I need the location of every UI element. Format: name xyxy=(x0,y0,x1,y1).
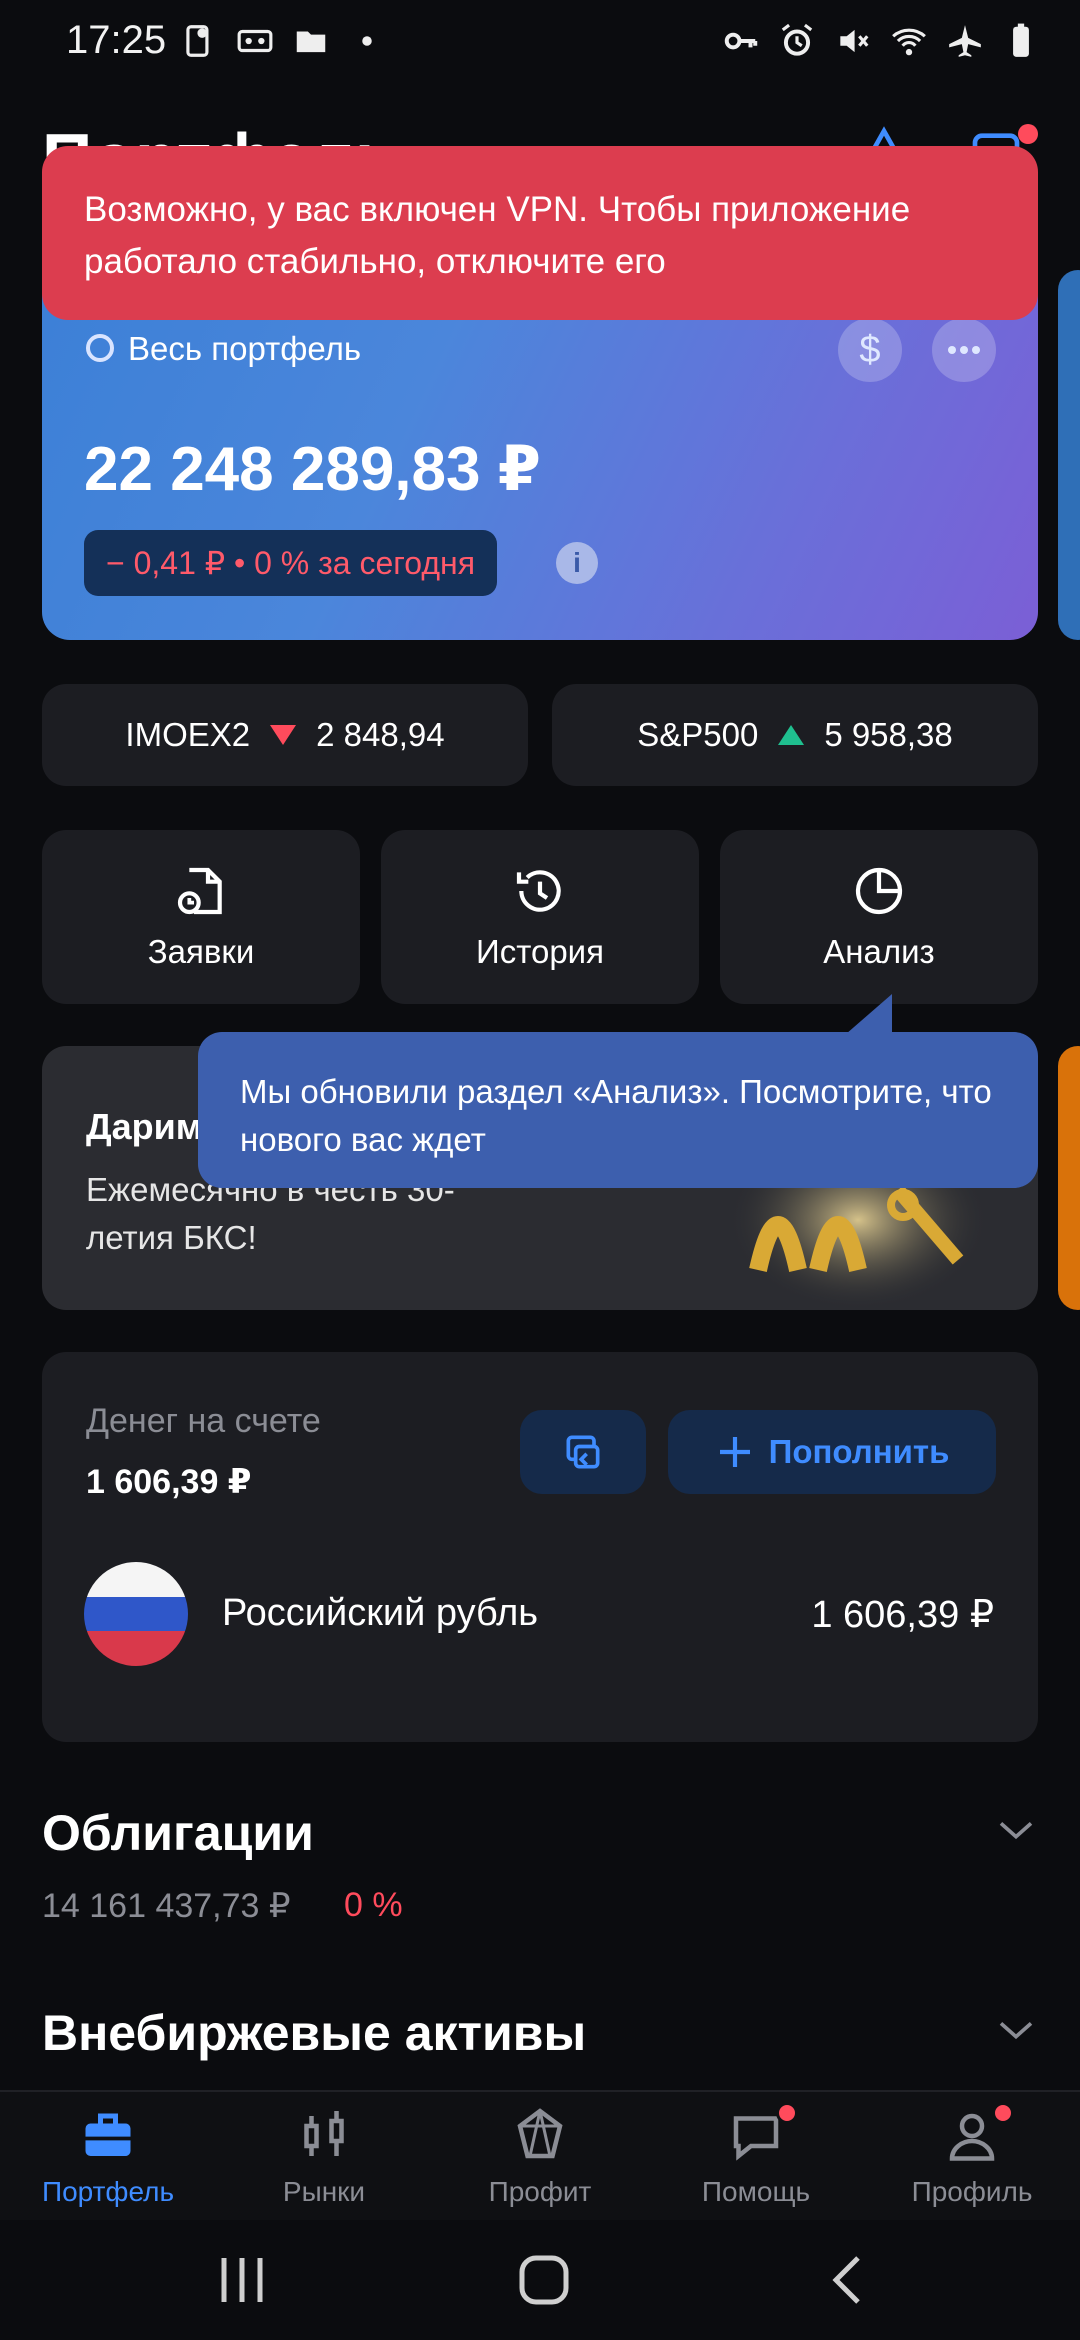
portfolio-daily-change: − 0,41 ₽ • 0 % за сегодня xyxy=(84,530,498,596)
currency-switch-button[interactable]: $ xyxy=(838,318,902,382)
alarm-icon xyxy=(781,23,813,56)
cassette-icon xyxy=(237,29,273,53)
nav-help-label: Помощь xyxy=(701,2176,811,2207)
home-icon[interactable] xyxy=(516,2252,572,2308)
nav-profile-label: Профиль xyxy=(911,2176,1033,2207)
status-time: 17:25 xyxy=(66,18,167,62)
chat-badge xyxy=(1018,124,1038,144)
analysis-label: Анализ xyxy=(823,933,935,970)
help-badge xyxy=(776,2102,798,2124)
history-clock-icon xyxy=(516,870,561,912)
dollar-icon: $ xyxy=(859,328,881,371)
back-icon[interactable] xyxy=(826,2252,870,2308)
briefcase-icon xyxy=(85,2113,131,2156)
chevron-down-icon[interactable] xyxy=(996,2010,1036,2050)
tooltip-pointer xyxy=(846,994,892,1034)
airplane-icon xyxy=(949,25,981,57)
index-name: IMOEX2 xyxy=(125,716,251,753)
orders-document-icon xyxy=(177,867,222,915)
status-bar: 17:25 xyxy=(0,0,1080,84)
portfolio-selector-label[interactable]: Весь портфель xyxy=(128,330,361,368)
mute-icon xyxy=(840,29,869,53)
vpn-key-icon xyxy=(724,32,758,50)
currency-name: Российский рубль xyxy=(222,1592,539,1634)
nav-portfolio-label: Портфель xyxy=(41,2176,175,2207)
battery-icon xyxy=(1013,23,1029,57)
status-left-icons xyxy=(180,22,386,60)
profit-crystal-icon xyxy=(517,2108,563,2159)
nav-markets-label: Рынки xyxy=(282,2176,366,2207)
bonds-section-title[interactable]: Облигации xyxy=(42,1804,314,1862)
plus-icon xyxy=(719,1437,750,1467)
recent-apps-icon[interactable] xyxy=(212,2252,272,2308)
index-value: 5 958,38 xyxy=(824,716,953,753)
orders-button[interactable]: Заявки xyxy=(42,830,360,1004)
analysis-pie-icon xyxy=(855,867,903,915)
bonds-sum: 14 161 437,73 ₽ xyxy=(42,1887,291,1925)
status-right-icons xyxy=(722,22,1040,60)
info-icon[interactable]: i xyxy=(556,542,598,584)
down-arrow-icon xyxy=(270,725,297,745)
cash-value: 1 606,39 ₽ xyxy=(86,1463,252,1501)
up-arrow-icon xyxy=(778,725,805,745)
history-label: История xyxy=(476,933,604,970)
orders-label: Заявки xyxy=(147,933,255,970)
portfolio-radio-icon[interactable] xyxy=(86,334,114,362)
next-promo-card-peek[interactable] xyxy=(1058,1046,1080,1310)
russia-flag-icon xyxy=(84,1562,188,1666)
deposit-button[interactable]: Пополнить xyxy=(668,1410,996,1494)
more-button[interactable] xyxy=(932,318,996,382)
otc-section-title[interactable]: Внебиржевые активы xyxy=(42,2004,586,2062)
history-button[interactable]: История xyxy=(381,830,699,1004)
index-value: 2 848,94 xyxy=(316,716,445,753)
more-dots-icon xyxy=(948,346,980,354)
nav-help[interactable]: Помощь xyxy=(648,2106,864,2208)
portfolio-amount: 22 248 289,83 ₽ xyxy=(84,435,541,504)
bonds-change: 0 % xyxy=(344,1886,403,1924)
chevron-down-icon[interactable] xyxy=(996,1810,1036,1850)
nav-profile[interactable]: Профиль xyxy=(864,2106,1080,2208)
analysis-tooltip[interactable]: Мы обновили раздел «Анализ». Посмотрите,… xyxy=(198,1032,1038,1188)
candlestick-icon xyxy=(304,2111,344,2156)
next-portfolio-card-peek[interactable] xyxy=(1058,270,1080,640)
vpn-warning-banner[interactable]: Возможно, у вас включен VPN. Чтобы прило… xyxy=(42,146,1038,320)
folder-icon xyxy=(296,31,326,53)
currency-amount: 1 606,39 ₽ xyxy=(811,1594,994,1636)
nav-portfolio[interactable]: Портфель xyxy=(0,2106,216,2208)
dot-icon xyxy=(362,36,372,46)
promo-title: Дарим xyxy=(86,1106,203,1147)
analysis-button[interactable]: Анализ xyxy=(720,830,1038,1004)
wifi-icon xyxy=(892,28,926,56)
deposit-label: Пополнить xyxy=(768,1433,950,1470)
cash-label: Денег на счете xyxy=(86,1402,321,1440)
nav-profit-label: Профит xyxy=(488,2176,592,2207)
index-tile-imoex2[interactable]: IMOEX2 2 848,94 xyxy=(42,684,528,786)
index-tile-sp500[interactable]: S&P500 5 958,38 xyxy=(552,684,1038,786)
profile-badge xyxy=(992,2102,1014,2124)
transfer-icon xyxy=(566,1435,600,1469)
sim-icon xyxy=(186,25,209,57)
index-name: S&P500 xyxy=(637,716,759,753)
nav-profit[interactable]: Профит xyxy=(432,2106,648,2208)
transfer-button[interactable] xyxy=(520,1410,646,1494)
nav-markets[interactable]: Рынки xyxy=(216,2106,432,2208)
